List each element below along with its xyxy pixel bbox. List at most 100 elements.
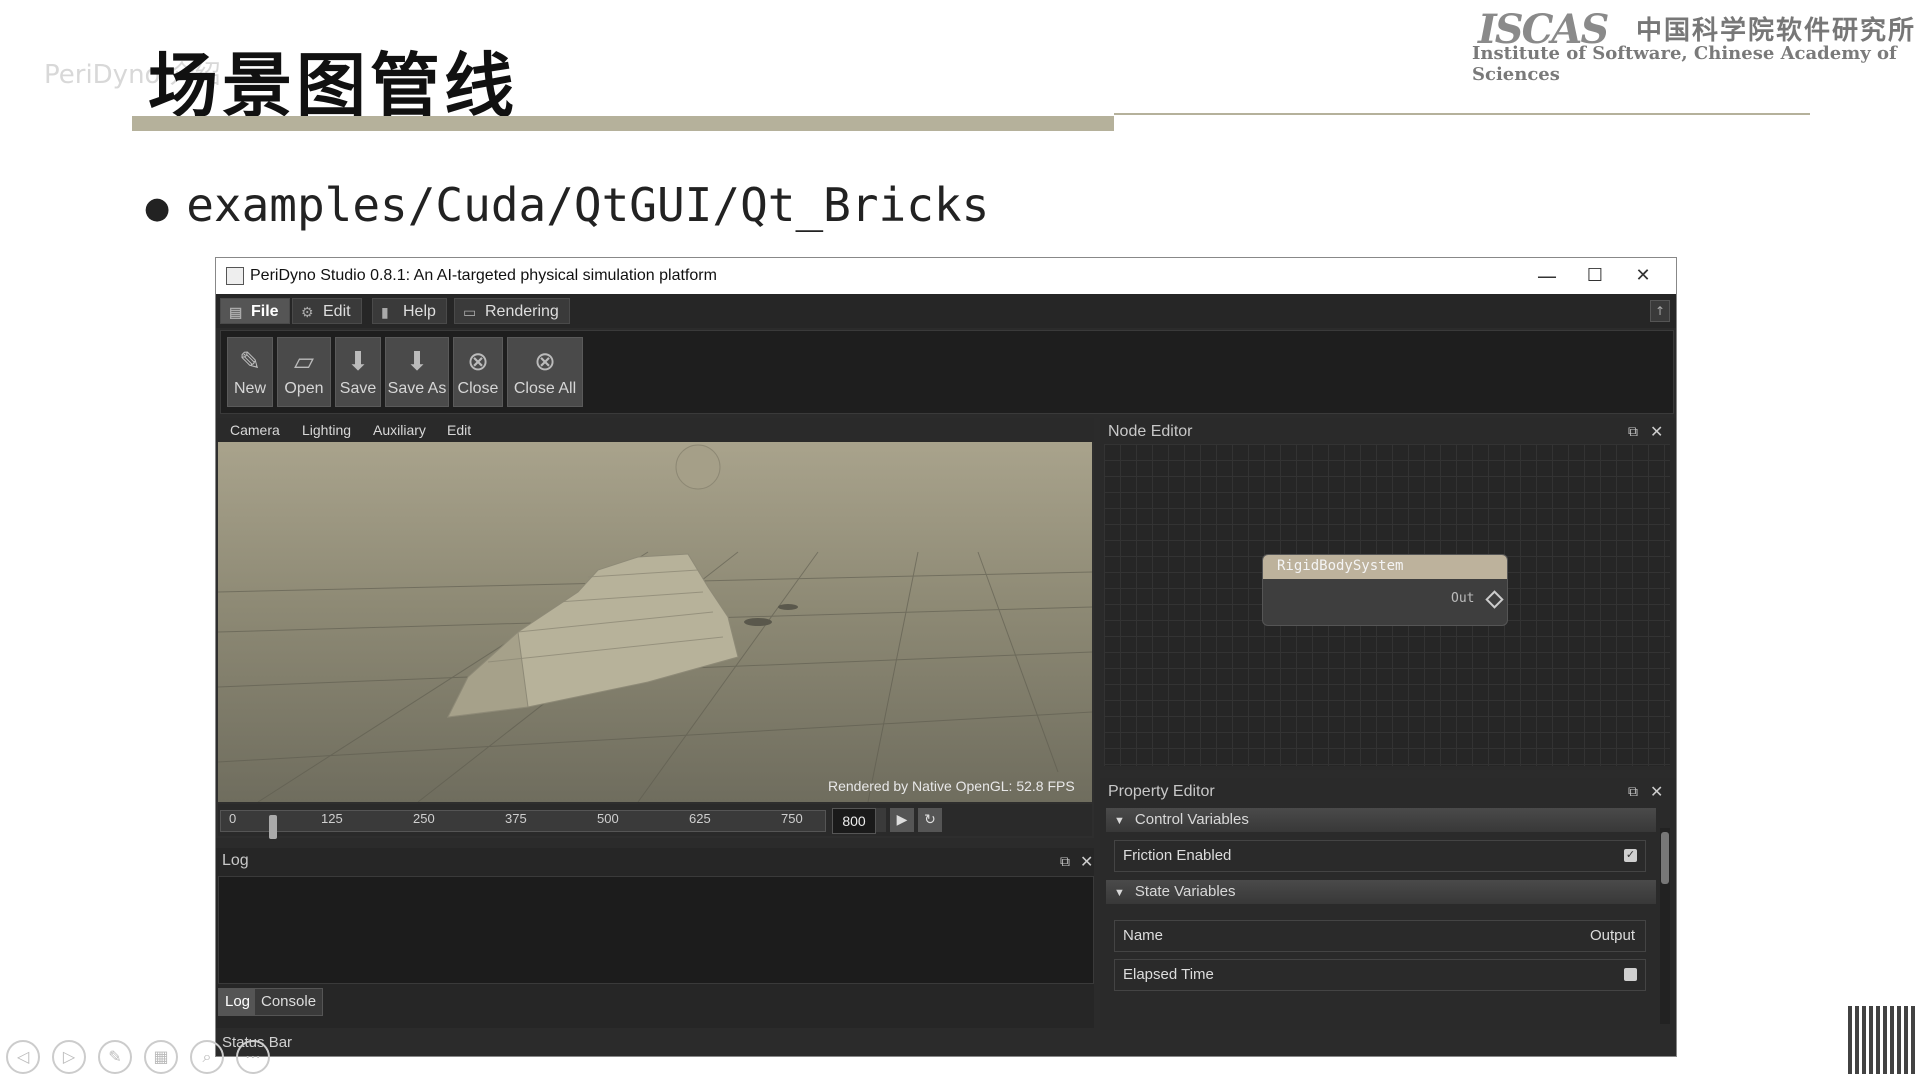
timeline-bar: 0 125 250 375 500 625 750 800 ▶ ↻ [218, 804, 1092, 839]
window-title: PeriDyno Studio 0.8.1: An AI-targeted ph… [250, 267, 717, 284]
app-icon [226, 267, 244, 285]
folder-open-icon: ▱ [294, 346, 314, 376]
node-editor-panel: Node Editor ⧉ ✕ RigidBodySystem Out [1100, 418, 1676, 770]
fps-readout: Rendered by Native OpenGL: 52.8 FPS [828, 778, 1075, 794]
debris-object [778, 604, 798, 610]
bullet-item: ● examples/Cuda/QtGUI/Qt_Bricks [144, 178, 989, 232]
menu-bar: ▤ File ⚙ Edit ▮ Help ▭ Rendering ↑ [216, 294, 1676, 328]
logo-english-name: Institute of Software, Chinese Academy o… [1472, 43, 1897, 85]
next-slide-icon[interactable]: ▷ [52, 1040, 86, 1074]
slides-overview-icon[interactable]: ▦ [144, 1040, 178, 1074]
timeline-handle[interactable] [269, 815, 277, 839]
viewport-menubar: Camera Lighting Auxiliary Edit [216, 418, 1094, 442]
collapse-triangle-icon: ▼ [1114, 815, 1125, 827]
status-bar: Status Bar [216, 1030, 1676, 1056]
window-titlebar[interactable]: PeriDyno Studio 0.8.1: An AI-targeted ph… [216, 258, 1676, 295]
play-icon: ▶ [896, 812, 908, 828]
frame-spinner[interactable] [876, 808, 886, 832]
open-button[interactable]: ▱ Open [277, 337, 331, 407]
close-window-button[interactable]: ✕ [1620, 264, 1666, 288]
previous-slide-icon[interactable]: ◁ [6, 1040, 40, 1074]
viewport-menu-auxiliary[interactable]: Auxiliary [373, 422, 426, 438]
pin-icon[interactable]: ↑ [1650, 300, 1670, 322]
float-icon[interactable]: ⧉ [1060, 854, 1070, 870]
log-output[interactable] [218, 876, 1094, 984]
menu-help[interactable]: ▮ Help [372, 298, 447, 324]
close-icon[interactable]: ✕ [1080, 852, 1093, 871]
node-editor-title: Node Editor [1108, 423, 1193, 440]
close-file-icon: ⊗ [467, 346, 489, 376]
property-label: Friction Enabled [1123, 847, 1232, 864]
float-icon[interactable]: ⧉ [1628, 784, 1638, 800]
book-icon: ▮ [381, 303, 389, 320]
timeline-tick: 625 [689, 811, 711, 826]
frame-count-input[interactable]: 800 [832, 808, 876, 834]
new-button[interactable]: ✎ New [227, 337, 273, 407]
float-icon[interactable]: ⧉ [1628, 424, 1638, 440]
save-icon: ⬇ [347, 346, 369, 376]
close-button[interactable]: ⊗ Close [453, 337, 503, 407]
maximize-button[interactable]: ☐ [1572, 264, 1618, 288]
close-all-button[interactable]: ⊗ Close All [507, 337, 583, 407]
peridyno-window: PeriDyno Studio 0.8.1: An AI-targeted ph… [215, 257, 1677, 1057]
timeline-tick: 375 [505, 811, 527, 826]
menu-rendering[interactable]: ▭ Rendering [454, 298, 570, 324]
refresh-icon: ↻ [924, 812, 936, 828]
bullet-text: examples/Cuda/QtGUI/Qt_Bricks [186, 178, 990, 232]
timeline-tick: 250 [413, 811, 435, 826]
close-icon[interactable]: ✕ [1650, 782, 1663, 801]
logo-chinese-name: 中国科学院软件研究所 [1636, 16, 1917, 46]
group-control-variables[interactable]: ▼ Control Variables [1106, 808, 1656, 832]
timeline-tick: 125 [321, 811, 343, 826]
viewport-menu-camera[interactable]: Camera [230, 422, 280, 438]
toolbar: ✎ New ▱ Open ⬇ Save ⬇ Save As ⊗ Close ⊗ Close … [220, 330, 1674, 414]
timeline-tick: 0 [229, 811, 237, 826]
menu-file[interactable]: ▤ File [220, 298, 290, 324]
node-output-label: Out [1451, 591, 1475, 606]
viewport-menu-lighting[interactable]: Lighting [302, 422, 351, 438]
pen-icon[interactable]: ✎ [98, 1040, 132, 1074]
tab-log[interactable]: Log [218, 988, 258, 1016]
more-options-icon[interactable]: ⋯ [236, 1040, 270, 1074]
viewport-panel: Camera Lighting Auxiliary Edit Rendered … [216, 418, 1094, 839]
collapse-triangle-icon: ▼ [1114, 887, 1125, 899]
friction-enabled-checkbox[interactable]: ✓ [1624, 849, 1637, 862]
monitor-icon: ▭ [463, 303, 477, 320]
save-as-button[interactable]: ⬇ Save As [385, 337, 449, 407]
close-all-icon: ⊗ [534, 346, 556, 376]
save-button[interactable]: ⬇ Save [335, 337, 381, 407]
sphere-object [675, 444, 721, 490]
group-state-variables[interactable]: ▼ State Variables [1106, 880, 1656, 904]
property-label: Elapsed Time [1123, 966, 1214, 983]
debris-object [744, 618, 772, 626]
save-as-icon: ⬇ [406, 346, 428, 376]
new-file-icon: ✎ [239, 346, 261, 376]
close-icon[interactable]: ✕ [1650, 422, 1663, 441]
menu-edit[interactable]: ⚙ Edit [292, 298, 362, 324]
scrollbar-thumb[interactable] [1661, 832, 1669, 884]
zoom-icon[interactable]: ⌕ [190, 1040, 224, 1074]
output-port-icon[interactable] [1485, 590, 1504, 609]
property-editor-title: Property Editor [1108, 783, 1215, 800]
node-header[interactable]: RigidBodySystem [1263, 555, 1507, 579]
file-icon: ▤ [229, 303, 243, 320]
property-scrollbar[interactable] [1660, 828, 1670, 1024]
bullet-dot-icon: ● [144, 191, 171, 226]
tab-console[interactable]: Console [254, 988, 324, 1016]
property-editor-panel: Property Editor ⧉ ✕ ▼ Control Variables F… [1100, 778, 1676, 1030]
property-friction-enabled: Friction Enabled ✓ [1114, 840, 1646, 872]
property-elapsed-time: Elapsed Time [1114, 959, 1646, 991]
timeline-slider[interactable]: 0 125 250 375 500 625 750 [220, 810, 826, 839]
property-label: Name [1123, 927, 1164, 944]
viewport-menu-edit[interactable]: Edit [447, 422, 471, 438]
property-name-value[interactable]: Output [1590, 921, 1635, 951]
minimize-button[interactable]: — [1524, 264, 1570, 288]
gear-icon: ⚙ [301, 303, 314, 320]
elapsed-time-checkbox[interactable] [1624, 968, 1637, 981]
node-rigidbodysystem[interactable]: RigidBodySystem Out [1262, 554, 1508, 626]
render-viewport[interactable]: Rendered by Native OpenGL: 52.8 FPS [218, 442, 1092, 802]
timeline-tick: 750 [781, 811, 803, 826]
play-button[interactable]: ▶ [890, 808, 914, 832]
node-canvas[interactable]: RigidBodySystem Out [1104, 444, 1670, 766]
reset-button[interactable]: ↻ [918, 808, 942, 832]
